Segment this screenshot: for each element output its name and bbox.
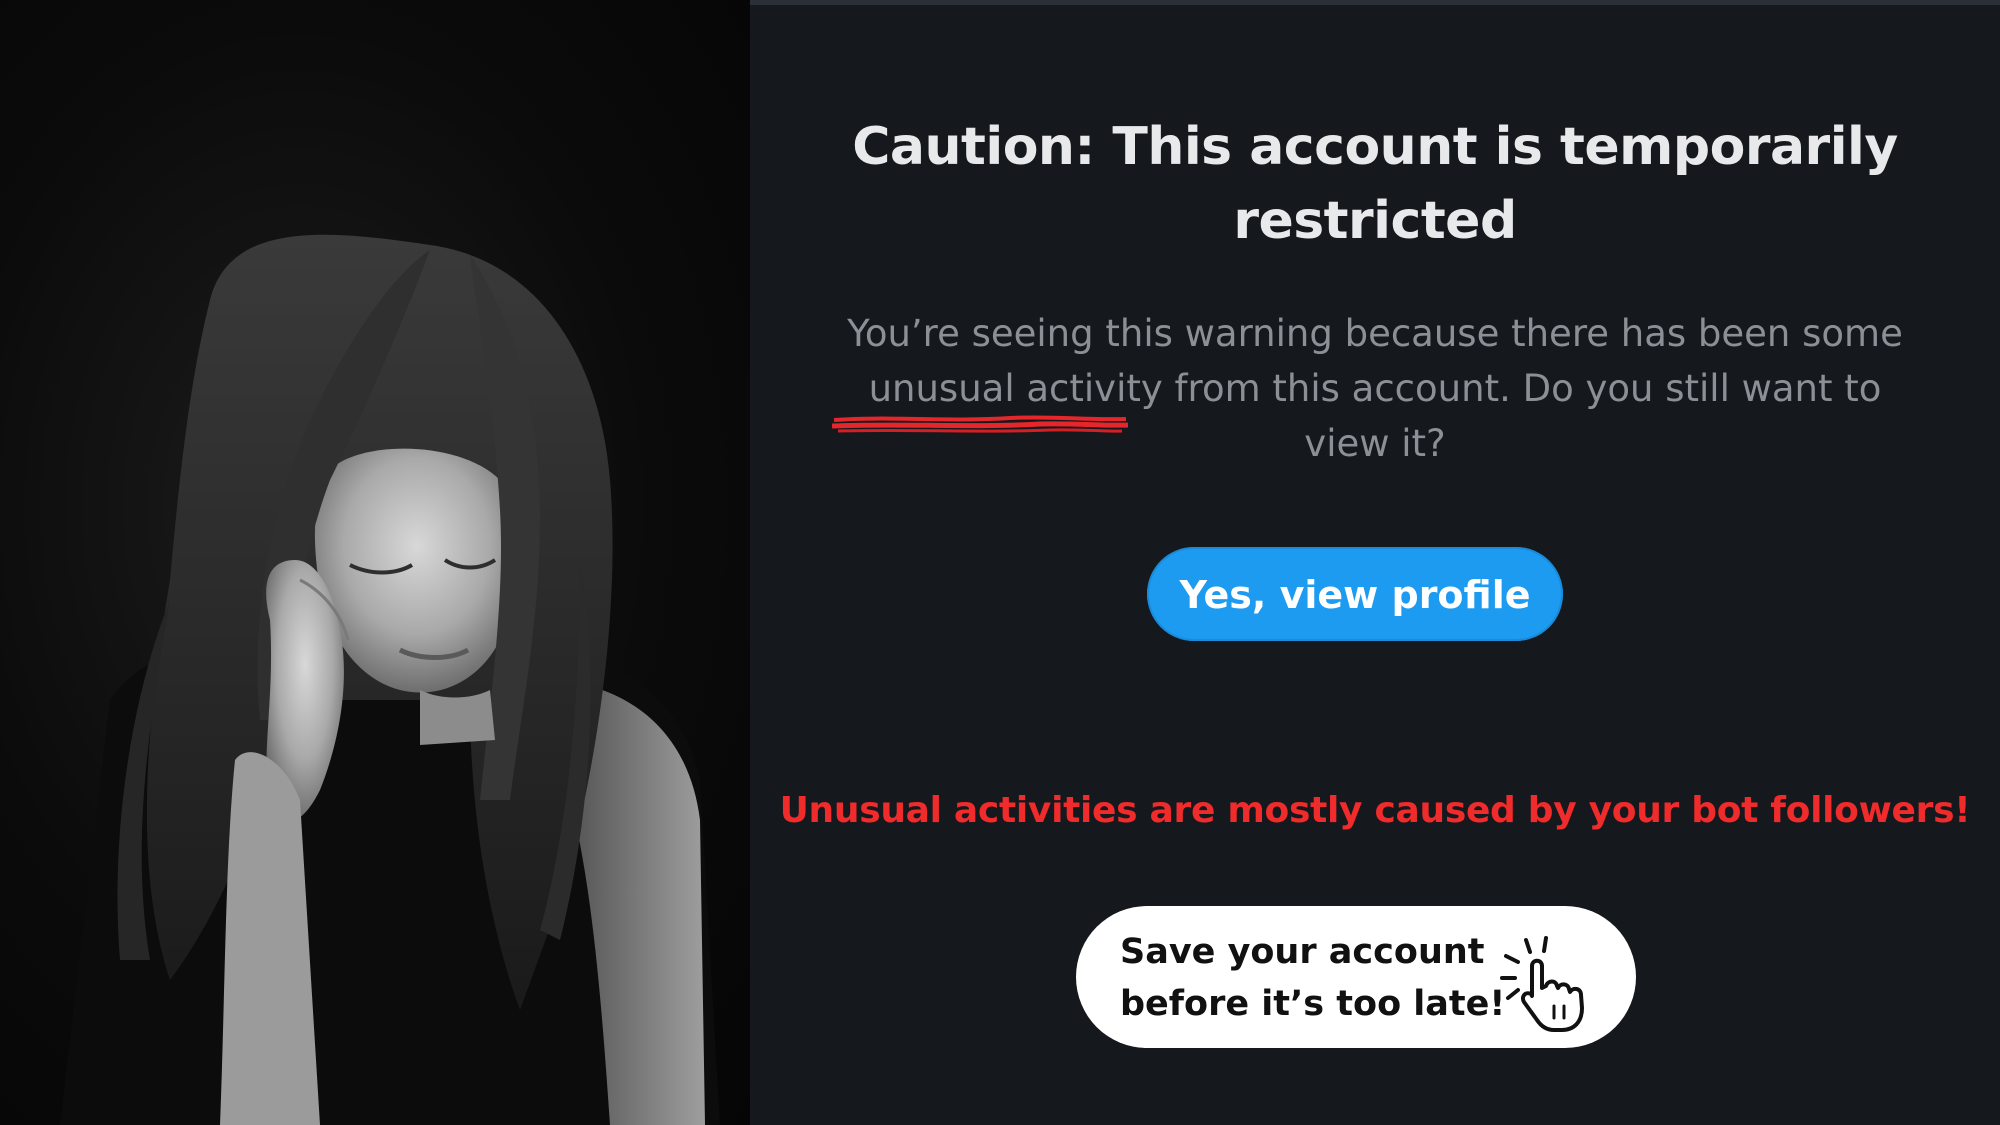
sad-woman-photo	[0, 0, 750, 1125]
warning-message: You’re seeing this warning because there…	[820, 306, 1930, 471]
red-scribble-underline	[831, 415, 1129, 433]
warning-message-line3: view it?	[1304, 422, 1446, 465]
cta-line2: before it’s too late!	[1120, 984, 1506, 1024]
warning-message-line2: from this account. Do you still want to	[1162, 367, 1882, 410]
top-divider	[750, 0, 2000, 5]
unusual-activity-highlight: unusual activity	[868, 367, 1163, 410]
warning-title: Caution: This account is temporarily res…	[852, 117, 1898, 251]
bot-followers-claim: Unusual activities are mostly caused by …	[779, 790, 1971, 831]
view-profile-button[interactable]: Yes, view profile	[1147, 547, 1563, 641]
cta-text: Save your account before it’s too late!	[1120, 926, 1506, 1030]
ad-canvas: Caution: This account is temporarily res…	[0, 0, 2000, 1125]
save-account-cta[interactable]: Save your account before it’s too late!	[1076, 906, 1636, 1048]
warning-screen: Caution: This account is temporarily res…	[750, 0, 2000, 1125]
tap-hand-icon	[1500, 936, 1584, 1032]
warning-message-line1: You’re seeing this warning because there…	[847, 312, 1903, 355]
photo-illustration	[60, 234, 720, 1125]
cta-line1: Save your account	[1120, 932, 1485, 972]
